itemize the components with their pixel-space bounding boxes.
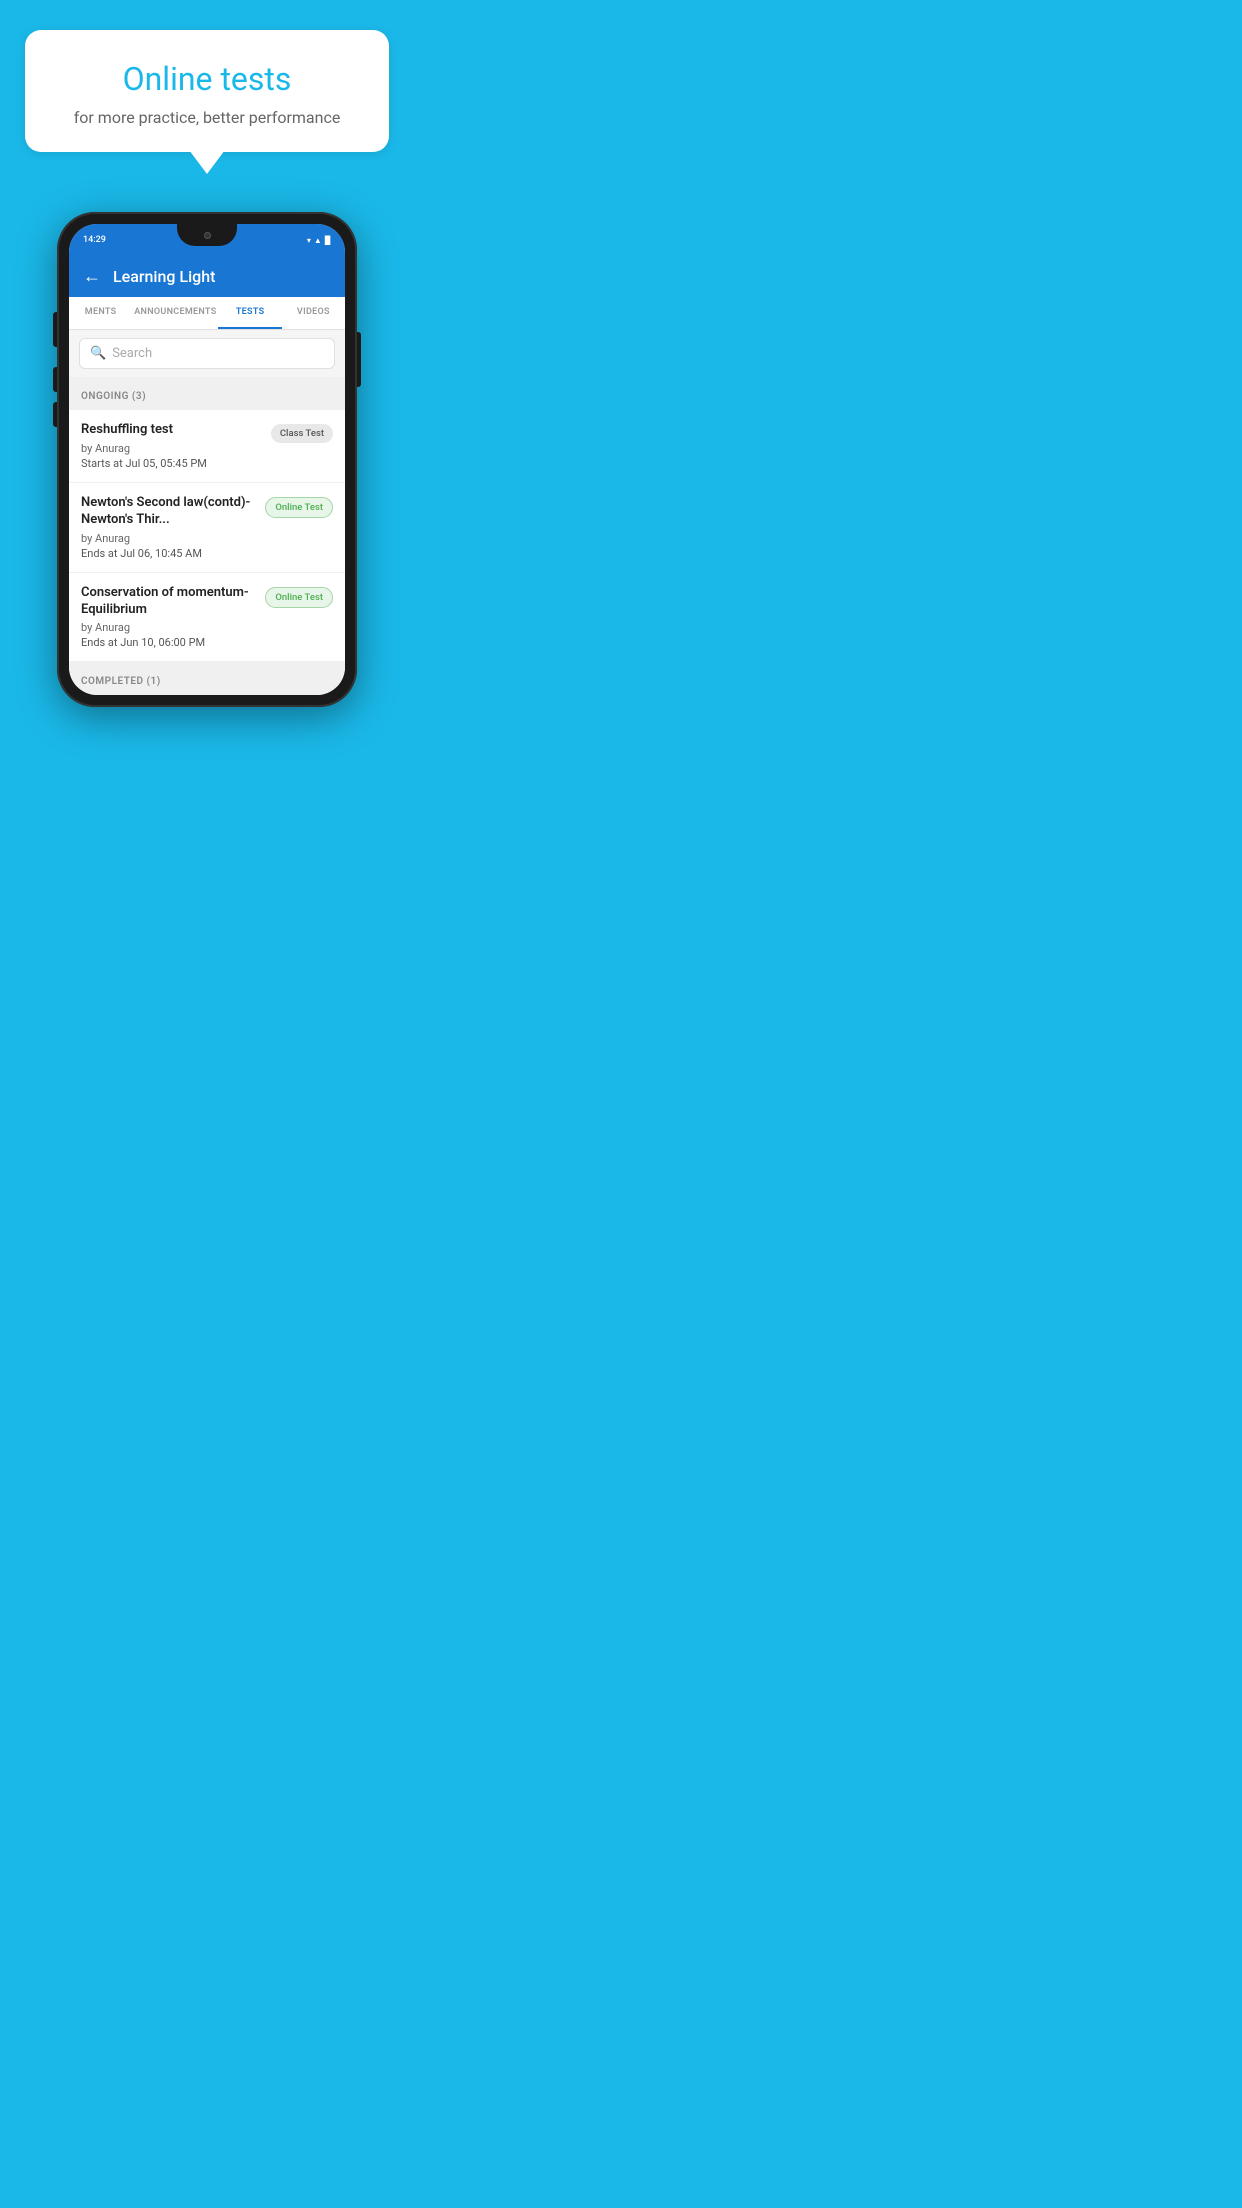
test-item-info: Conservation of momentum-Equilibrium by … xyxy=(81,585,257,650)
speech-bubble: Online tests for more practice, better p… xyxy=(25,30,389,152)
test-author: by Anurag xyxy=(81,442,263,455)
signal-icon: ▲ xyxy=(314,236,322,245)
ongoing-section-label: ONGOING (3) xyxy=(81,391,146,402)
status-bar: 14:29 ▾ ▲ ▉ xyxy=(69,224,345,256)
test-time: Starts at Jul 05, 05:45 PM xyxy=(81,457,263,470)
search-placeholder: Search xyxy=(112,346,152,361)
app-header: ← Learning Light xyxy=(69,256,345,297)
online-test-badge: Online Test xyxy=(265,497,333,518)
test-name: Newton's Second law(contd)-Newton's Thir… xyxy=(81,495,257,529)
test-author: by Anurag xyxy=(81,621,257,634)
status-icons: ▾ ▲ ▉ xyxy=(307,236,331,245)
tab-videos[interactable]: VIDEOS xyxy=(282,297,345,329)
speech-bubble-subtitle: for more practice, better performance xyxy=(45,108,369,127)
test-item-info: Newton's Second law(contd)-Newton's Thir… xyxy=(81,495,257,560)
test-item[interactable]: Newton's Second law(contd)-Newton's Thir… xyxy=(69,483,345,573)
speech-bubble-title: Online tests xyxy=(45,60,369,98)
test-name: Conservation of momentum-Equilibrium xyxy=(81,585,257,619)
front-camera xyxy=(204,232,211,239)
phone-mockup: 14:29 ▾ ▲ ▉ ← Learning Light MENTS xyxy=(47,212,367,707)
tab-ments[interactable]: MENTS xyxy=(69,297,132,329)
test-time: Ends at Jul 06, 10:45 AM xyxy=(81,547,257,560)
phone-outer: 14:29 ▾ ▲ ▉ ← Learning Light MENTS xyxy=(57,212,357,707)
app-title: Learning Light xyxy=(113,267,215,286)
notch xyxy=(177,224,237,246)
tab-announcements[interactable]: ANNOUNCEMENTS xyxy=(132,297,218,329)
completed-section-header: COMPLETED (1) xyxy=(69,662,345,695)
volume-up-button xyxy=(53,367,57,392)
search-bar[interactable]: 🔍 Search xyxy=(79,338,335,369)
tabs-container: MENTS ANNOUNCEMENTS TESTS VIDEOS xyxy=(69,297,345,330)
speech-bubble-container: Online tests for more practice, better p… xyxy=(0,0,414,162)
wifi-icon: ▾ xyxy=(307,236,311,245)
test-name: Reshuffling test xyxy=(81,422,263,439)
test-list: Reshuffling test by Anurag Starts at Jul… xyxy=(69,410,345,662)
test-author: by Anurag xyxy=(81,532,257,545)
search-container: 🔍 Search xyxy=(69,330,345,377)
battery-icon: ▉ xyxy=(325,236,331,245)
test-time: Ends at Jun 10, 06:00 PM xyxy=(81,636,257,649)
status-time: 14:29 xyxy=(83,235,106,245)
phone-screen: 14:29 ▾ ▲ ▉ ← Learning Light MENTS xyxy=(69,224,345,695)
test-item[interactable]: Conservation of momentum-Equilibrium by … xyxy=(69,573,345,663)
back-button[interactable]: ← xyxy=(83,266,101,287)
test-item-info: Reshuffling test by Anurag Starts at Jul… xyxy=(81,422,263,470)
test-item[interactable]: Reshuffling test by Anurag Starts at Jul… xyxy=(69,410,345,483)
online-test-badge: Online Test xyxy=(265,587,333,608)
class-test-badge: Class Test xyxy=(271,424,333,443)
search-icon: 🔍 xyxy=(90,346,106,361)
volume-down-button xyxy=(53,402,57,427)
completed-section-label: COMPLETED (1) xyxy=(81,676,161,687)
ongoing-section-header: ONGOING (3) xyxy=(69,377,345,410)
tab-tests[interactable]: TESTS xyxy=(218,297,281,329)
